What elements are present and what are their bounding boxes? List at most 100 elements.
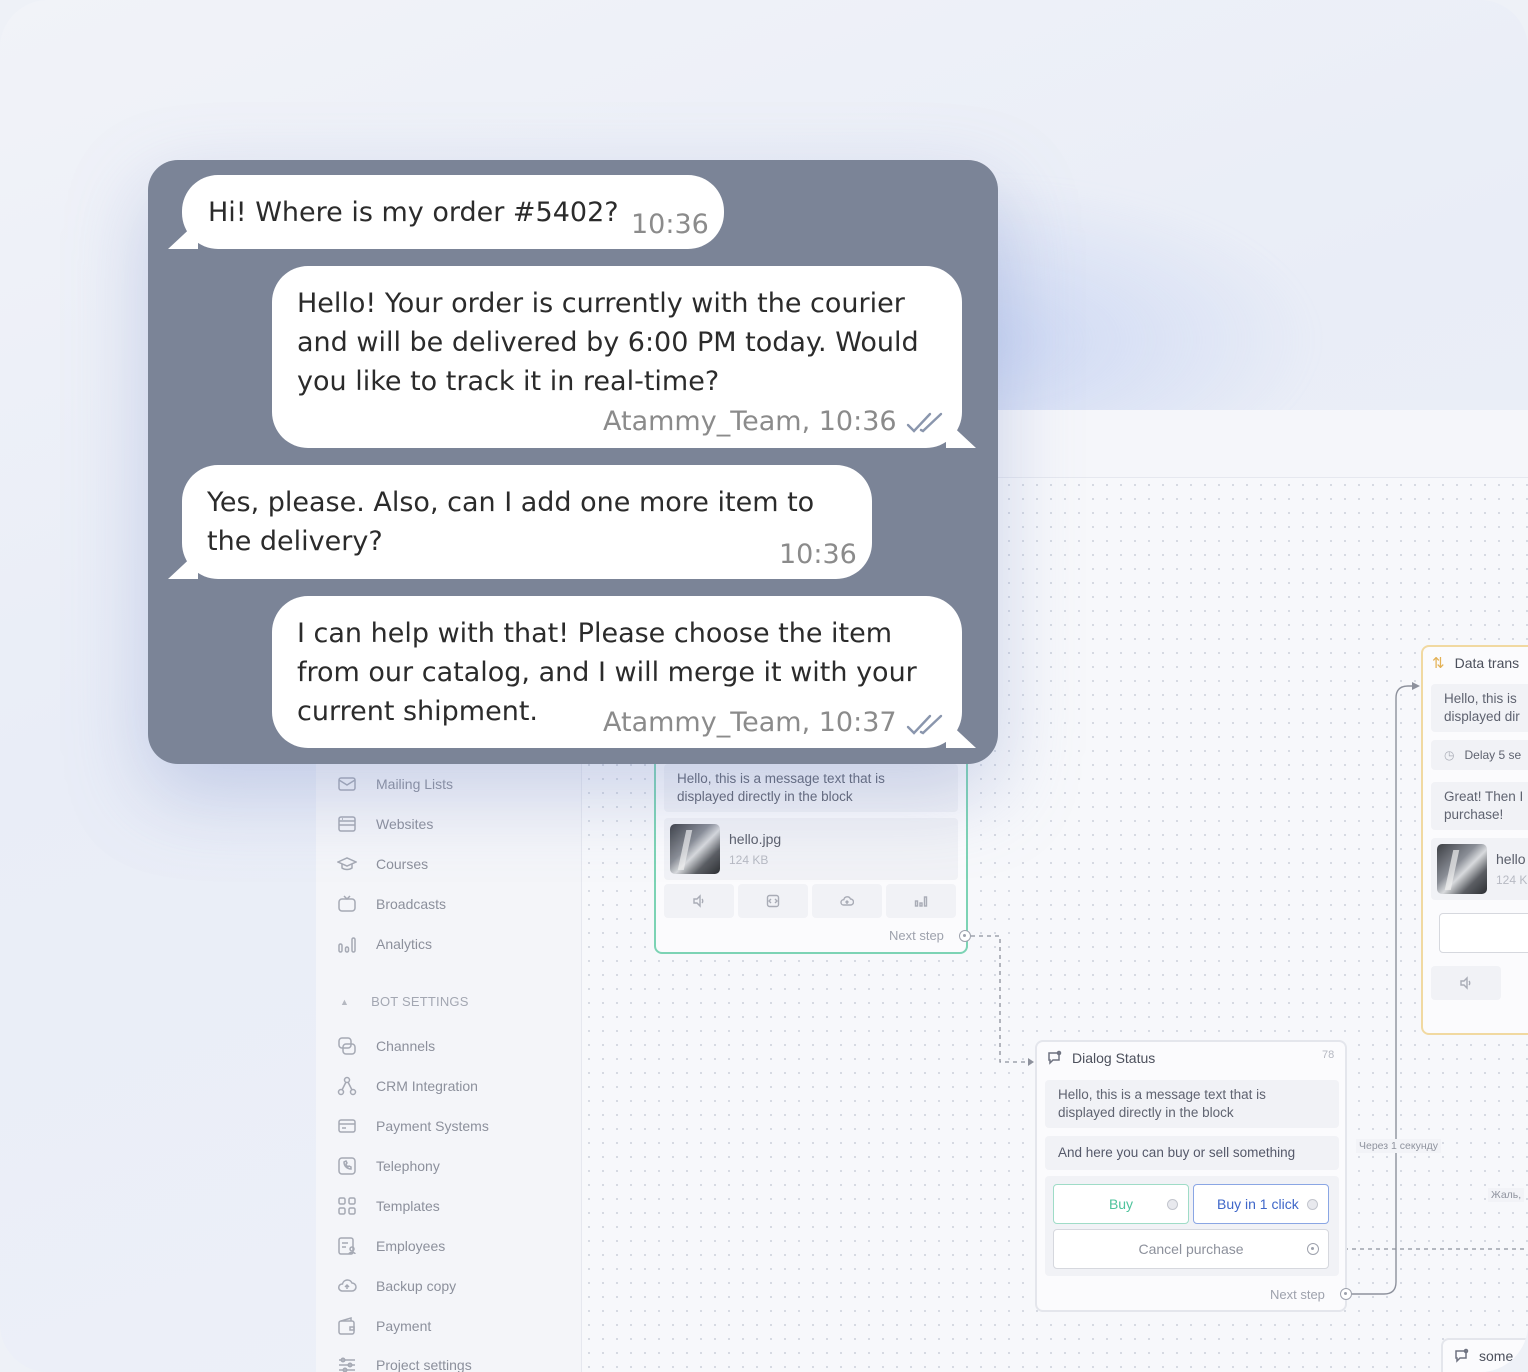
sidebar-item-templates[interactable]: Templates [336,1194,440,1218]
sidebar-item-label: Project settings [376,1357,472,1372]
message-line: Hello, this is a message text that is [677,771,885,786]
message-line: displayed directly in the block [677,789,853,804]
clock-icon: ◷ [1444,748,1455,762]
edge-label-sorry: Жаль, [1488,1188,1525,1202]
button-label: Buy in 1 click [1217,1196,1299,1212]
block-header: some [1453,1348,1513,1364]
transfer-arrows-icon: ⇅ [1432,655,1445,672]
sidebar-item-websites[interactable]: Websites [336,812,433,836]
message-line: you like to track it in real-time? [297,366,720,397]
sidebar-item-broadcasts[interactable]: Broadcasts [336,892,446,916]
mail-icon [336,773,358,795]
background-frame: Mailing Lists Websites Courses Broadcast… [0,0,1528,1372]
message-line: Hello, this is a message text that is [1058,1087,1266,1102]
sidebar-item-label: Channels [376,1038,436,1054]
sidebar-item-label: Mailing Lists [376,776,454,792]
message-meta: Atammy_Team, 10:36 [603,406,897,437]
message-meta: Atammy_Team, 10:37 [603,707,897,738]
block-message-text: Hello, this is displayed dir [1431,684,1528,732]
image-thumbnail [670,824,720,874]
button-label: Cancel purchase [1138,1241,1244,1257]
sidebar-item-telephony[interactable]: Telephony [336,1154,440,1178]
chat-message-incoming[interactable]: Hi! Where is my order #5402? 10:36 [182,175,724,249]
message-time: 10:36 [631,209,709,240]
sidebar-item-label: Broadcasts [376,896,447,912]
read-receipt-icon [906,709,946,735]
cloud-icon [336,1275,358,1297]
speaker-icon[interactable] [664,884,734,918]
sidebar-item-label: Courses [376,856,429,872]
block-title: Dialog Status [1072,1050,1156,1066]
website-icon [336,813,358,835]
edge-label-delay: Через 1 секунду [1356,1139,1442,1153]
sidebar-item-payment-systems[interactable]: Payment Systems [336,1114,489,1138]
speaker-icon[interactable] [1431,966,1501,1000]
sidebar-item-mailing-lists[interactable]: Mailing Lists [336,772,453,796]
block-title: some [1479,1348,1514,1364]
button-port[interactable] [1307,1199,1318,1210]
sidebar-item-label: CRM Integration [376,1078,478,1094]
message-time: 10:36 [779,539,857,570]
sidebar-item-crm-integration[interactable]: CRM Integration [336,1074,478,1098]
block-message-text-2: Great! Then I purchase! [1431,782,1528,830]
wallet-icon [336,1315,358,1337]
channels-icon [336,1035,358,1057]
chat-message-incoming[interactable]: Yes, please. Also, can I add one more it… [182,465,872,579]
message-text: Hi! Where is my order #5402? [208,197,619,228]
sidebar-item-backup-copy[interactable]: Backup copy [336,1274,456,1298]
message-line: displayed dir [1444,709,1520,724]
chat-message-outgoing[interactable]: I can help with that! Please choose the … [272,596,962,748]
sidebar-item-label: Backup copy [376,1278,457,1294]
sidebar-item-payment[interactable]: Payment [336,1314,431,1338]
bar-chart-icon[interactable] [886,884,956,918]
cancel-port[interactable] [1307,1243,1319,1255]
chat-message-outgoing[interactable]: Hello! Your order is currently with the … [272,266,962,448]
bar-chart-icon [336,933,358,955]
block-message-text: Hello, this is a message text that is di… [664,764,958,812]
caret-up-icon: ▲ [340,996,350,1007]
message-line: Hello! Your order is currently with the … [297,288,905,319]
sidebar-item-label: Payment [376,1318,432,1334]
sidebar-item-channels[interactable]: Channels [336,1034,435,1058]
next-step-port[interactable] [959,930,971,942]
file-attachment[interactable]: hello.jpg 124 KB [664,818,958,880]
block-title: Data trans [1454,655,1520,671]
file-attachment[interactable]: hello 124 K [1431,838,1528,900]
button-port[interactable] [1167,1199,1178,1210]
code-icon[interactable] [738,884,808,918]
section-title: BOT SETTINGS [371,994,469,1009]
sidebar-item-courses[interactable]: Courses [336,852,428,876]
image-thumbnail [1437,844,1487,894]
templates-icon [336,1195,358,1217]
sidebar-item-label: Telephony [376,1158,440,1174]
delay-row: ◷ Delay 5 se [1431,740,1528,770]
sidebar-item-analytics[interactable]: Analytics [336,932,432,956]
sidebar-item-label: Websites [376,816,434,832]
file-name: hello.jpg [729,831,782,847]
block-button[interactable] [1439,913,1528,953]
message-line: the delivery? [207,526,383,557]
sidebar-item-label: Payment Systems [376,1118,489,1134]
file-size: 124 KB [729,853,769,867]
block-message-text-2: And here you can buy or sell something [1045,1136,1339,1170]
block-message-text: Hello, this is a message text that is di… [1045,1080,1339,1128]
employees-icon [336,1235,358,1257]
sidebar-item-project-settings[interactable]: Project settings [336,1353,472,1372]
next-step-label: Next step [889,928,944,943]
bot-settings-section-toggle[interactable]: ▲ BOT SETTINGS [340,994,469,1009]
cancel-purchase-button[interactable]: Cancel purchase [1053,1229,1329,1269]
file-name: hello [1496,851,1526,867]
sidebar-item-employees[interactable]: Employees [336,1234,445,1258]
broadcast-icon [336,893,358,915]
cloud-upload-icon[interactable] [812,884,882,918]
chat-window: Hi! Where is my order #5402? 10:36 Hello… [148,160,998,764]
message-line: purchase! [1444,807,1504,822]
block-toolbar [664,884,956,918]
message-text: Yes, please. Also, can I add one more it… [207,483,814,561]
graduation-cap-icon [336,853,358,875]
file-size: 124 K [1496,873,1528,887]
dialog-icon [1048,1050,1062,1065]
next-step-port[interactable] [1340,1288,1352,1300]
sidebar-item-label: Templates [376,1198,440,1214]
phone-icon [336,1155,358,1177]
